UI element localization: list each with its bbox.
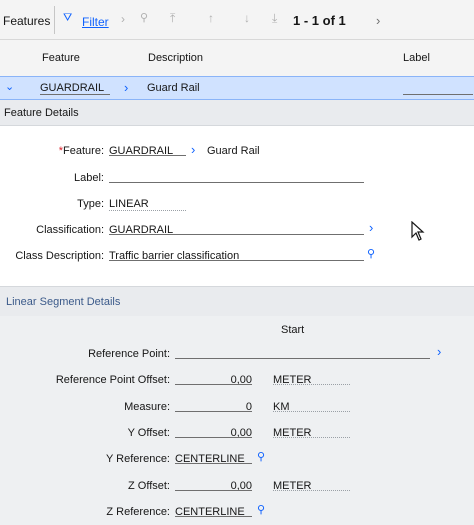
- unit-underline: [273, 478, 350, 491]
- chevron-right-icon[interactable]: ›: [437, 344, 441, 359]
- column-header-description[interactable]: Description: [148, 52, 203, 64]
- type-label: Type:: [77, 198, 104, 210]
- column-header-label[interactable]: Label: [403, 52, 430, 64]
- column-header-feature[interactable]: Feature: [42, 52, 80, 64]
- y-reference-field[interactable]: [175, 451, 252, 464]
- feature-details-header: Feature Details: [0, 100, 474, 126]
- label-input[interactable]: [109, 170, 364, 183]
- linear-segment-title: Linear Segment Details: [6, 296, 121, 308]
- class-description-label: Class Description:: [15, 250, 104, 262]
- next-page-icon[interactable]: ↓: [244, 12, 250, 24]
- reference-point-offset-label: Reference Point Offset:: [55, 374, 170, 386]
- y-offset-field[interactable]: [175, 425, 252, 438]
- pagination-text: 1 - 1 of 1: [293, 13, 346, 28]
- row-feature-underline: [40, 94, 110, 95]
- unit-underline: [273, 425, 350, 438]
- reference-point-offset-field[interactable]: [175, 372, 252, 385]
- reference-point-label: Reference Point:: [88, 348, 170, 360]
- class-description-field[interactable]: [109, 248, 364, 261]
- z-reference-field[interactable]: [175, 504, 252, 517]
- table-row[interactable]: ⌄ GUARDRAIL › Guard Rail: [0, 76, 474, 100]
- feature-details-title: Feature Details: [4, 107, 79, 119]
- chevron-right-icon[interactable]: ›: [369, 220, 373, 235]
- last-page-icon[interactable]: ⤓: [272, 12, 277, 24]
- next-record-icon[interactable]: ›: [376, 13, 380, 28]
- y-offset-label: Y Offset:: [127, 427, 170, 439]
- feature-label-text: Feature:: [63, 145, 104, 157]
- feature-description: Guard Rail: [207, 145, 260, 157]
- search-icon[interactable]: ⚲: [367, 247, 375, 260]
- previous-page-icon[interactable]: ↑: [208, 12, 214, 24]
- measure-label: Measure:: [124, 401, 170, 413]
- feature-label: *Feature:: [58, 145, 104, 157]
- filter-link[interactable]: Filter: [82, 15, 109, 29]
- linear-segment-section: Start Reference Point: › Reference Point…: [0, 316, 474, 525]
- chevron-right-icon[interactable]: ›: [124, 80, 128, 95]
- row-label-field[interactable]: [403, 94, 473, 95]
- mouse-cursor-icon: [411, 221, 425, 241]
- start-column-label: Start: [281, 324, 305, 336]
- z-offset-label: Z Offset:: [128, 480, 170, 492]
- search-icon[interactable]: ⚲: [257, 503, 265, 516]
- search-icon[interactable]: ⚲: [140, 13, 148, 24]
- y-reference-label: Y Reference:: [105, 453, 170, 465]
- table-title: Features: [3, 14, 51, 28]
- label-label: Label:: [74, 172, 104, 184]
- table-header: Feature Description Label: [0, 40, 474, 76]
- row-feature: GUARDRAIL: [40, 82, 105, 94]
- collapse-row-icon[interactable]: ⌄: [5, 80, 14, 93]
- table-toolbar: Features ⛛ Filter › ⚲ ⤒ ↑ ↓ ⤓ 1 - 1 of 1…: [0, 0, 474, 40]
- measure-field[interactable]: [175, 399, 252, 412]
- first-page-icon[interactable]: ⤒: [170, 12, 175, 24]
- toolbar-divider: [54, 6, 55, 34]
- classification-label: Classification:: [36, 224, 104, 236]
- type-field-underline: [109, 198, 186, 211]
- classification-field[interactable]: [109, 222, 364, 235]
- feature-details-section: *Feature: GUARDRAIL › Guard Rail Label: …: [0, 126, 474, 286]
- row-description: Guard Rail: [147, 82, 200, 94]
- filter-icon[interactable]: ⛛: [63, 13, 72, 24]
- z-offset-field[interactable]: [175, 478, 252, 491]
- unit-underline: [273, 372, 350, 385]
- reference-point-field[interactable]: [175, 346, 430, 359]
- linear-segment-header: Linear Segment Details: [0, 286, 474, 316]
- chevron-right-icon[interactable]: ›: [191, 142, 195, 157]
- search-icon[interactable]: ⚲: [257, 450, 265, 463]
- chevron-right-icon[interactable]: ›: [121, 13, 125, 25]
- unit-underline: [273, 399, 350, 412]
- z-reference-label: Z Reference:: [106, 506, 170, 518]
